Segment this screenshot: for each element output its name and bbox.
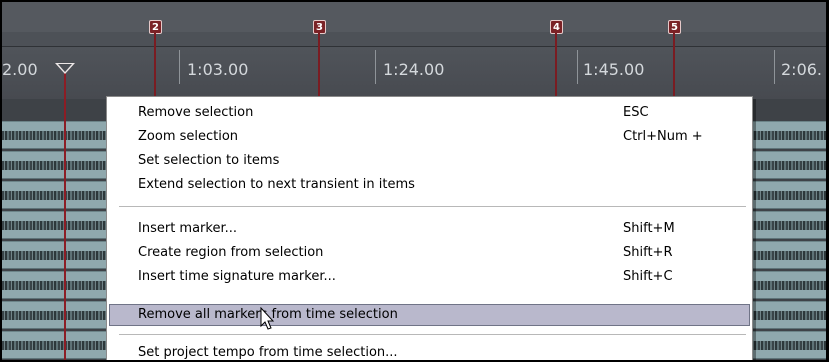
menu-item-shortcut: Shift+C [623,269,673,284]
menu-item-create-region[interactable]: Create region from selection Shift+R [109,242,750,264]
menu-item-shortcut: Ctrl+Num + [623,129,703,144]
time-label: 2:06. [781,60,823,79]
menu-item-shortcut: ESC [623,105,649,120]
mouse-pointer-icon [260,307,275,330]
menu-item-label: Set project tempo from time selection... [138,345,398,360]
marker-2[interactable]: 2 [149,20,162,34]
menu-item-shortcut: Shift+M [623,221,675,236]
time-label: 1:24.00 [383,60,445,79]
menu-item-label: Insert time signature marker... [138,269,336,284]
menu-item-remove-selection[interactable]: Remove selection ESC [109,102,750,124]
time-label: 2.00 [2,60,38,79]
marker-lane[interactable] [2,2,826,47]
ruler-tick [577,50,578,84]
menu-item-label: Create region from selection [138,245,324,260]
menu-item-insert-time-signature-marker[interactable]: Insert time signature marker... Shift+C [109,266,750,288]
menu-item-label: Extend selection to next transient in it… [138,177,415,192]
menu-item-label: Insert marker... [138,221,238,236]
marker-5[interactable]: 5 [668,20,681,34]
menu-item-label: Zoom selection [138,129,239,144]
menu-item-label: Set selection to items [138,153,280,168]
play-cursor-icon[interactable] [55,63,75,74]
time-label: 1:45.00 [583,60,645,79]
context-menu: Remove selection ESC Zoom selection Ctrl… [106,96,753,360]
menu-item-insert-marker[interactable]: Insert marker... Shift+M [109,218,750,240]
menu-item-extend-selection[interactable]: Extend selection to next transient in it… [109,174,750,196]
menu-item-set-selection-to-items[interactable]: Set selection to items [109,150,750,172]
menu-separator [119,206,746,208]
menu-item-shortcut: Shift+R [623,245,673,260]
ruler-tick [774,50,775,84]
menu-item-remove-all-markers[interactable]: Remove all markers from time selection [109,304,750,326]
menu-item-label: Remove selection [138,105,254,120]
menu-item-zoom-selection[interactable]: Zoom selection Ctrl+Num + [109,126,750,148]
menu-separator [119,334,746,336]
time-label: 1:03.00 [187,60,249,79]
marker-3[interactable]: 3 [313,20,326,34]
arrange-view: 2 3 4 5 2.00 1:03.00 1:24.00 1:45.00 2:0… [0,0,829,362]
ruler-tick [179,50,180,84]
menu-item-set-project-tempo[interactable]: Set project tempo from time selection... [109,342,750,360]
ruler-tick [375,50,376,84]
marker-4[interactable]: 4 [550,20,563,34]
edit-cursor-line [64,68,66,360]
